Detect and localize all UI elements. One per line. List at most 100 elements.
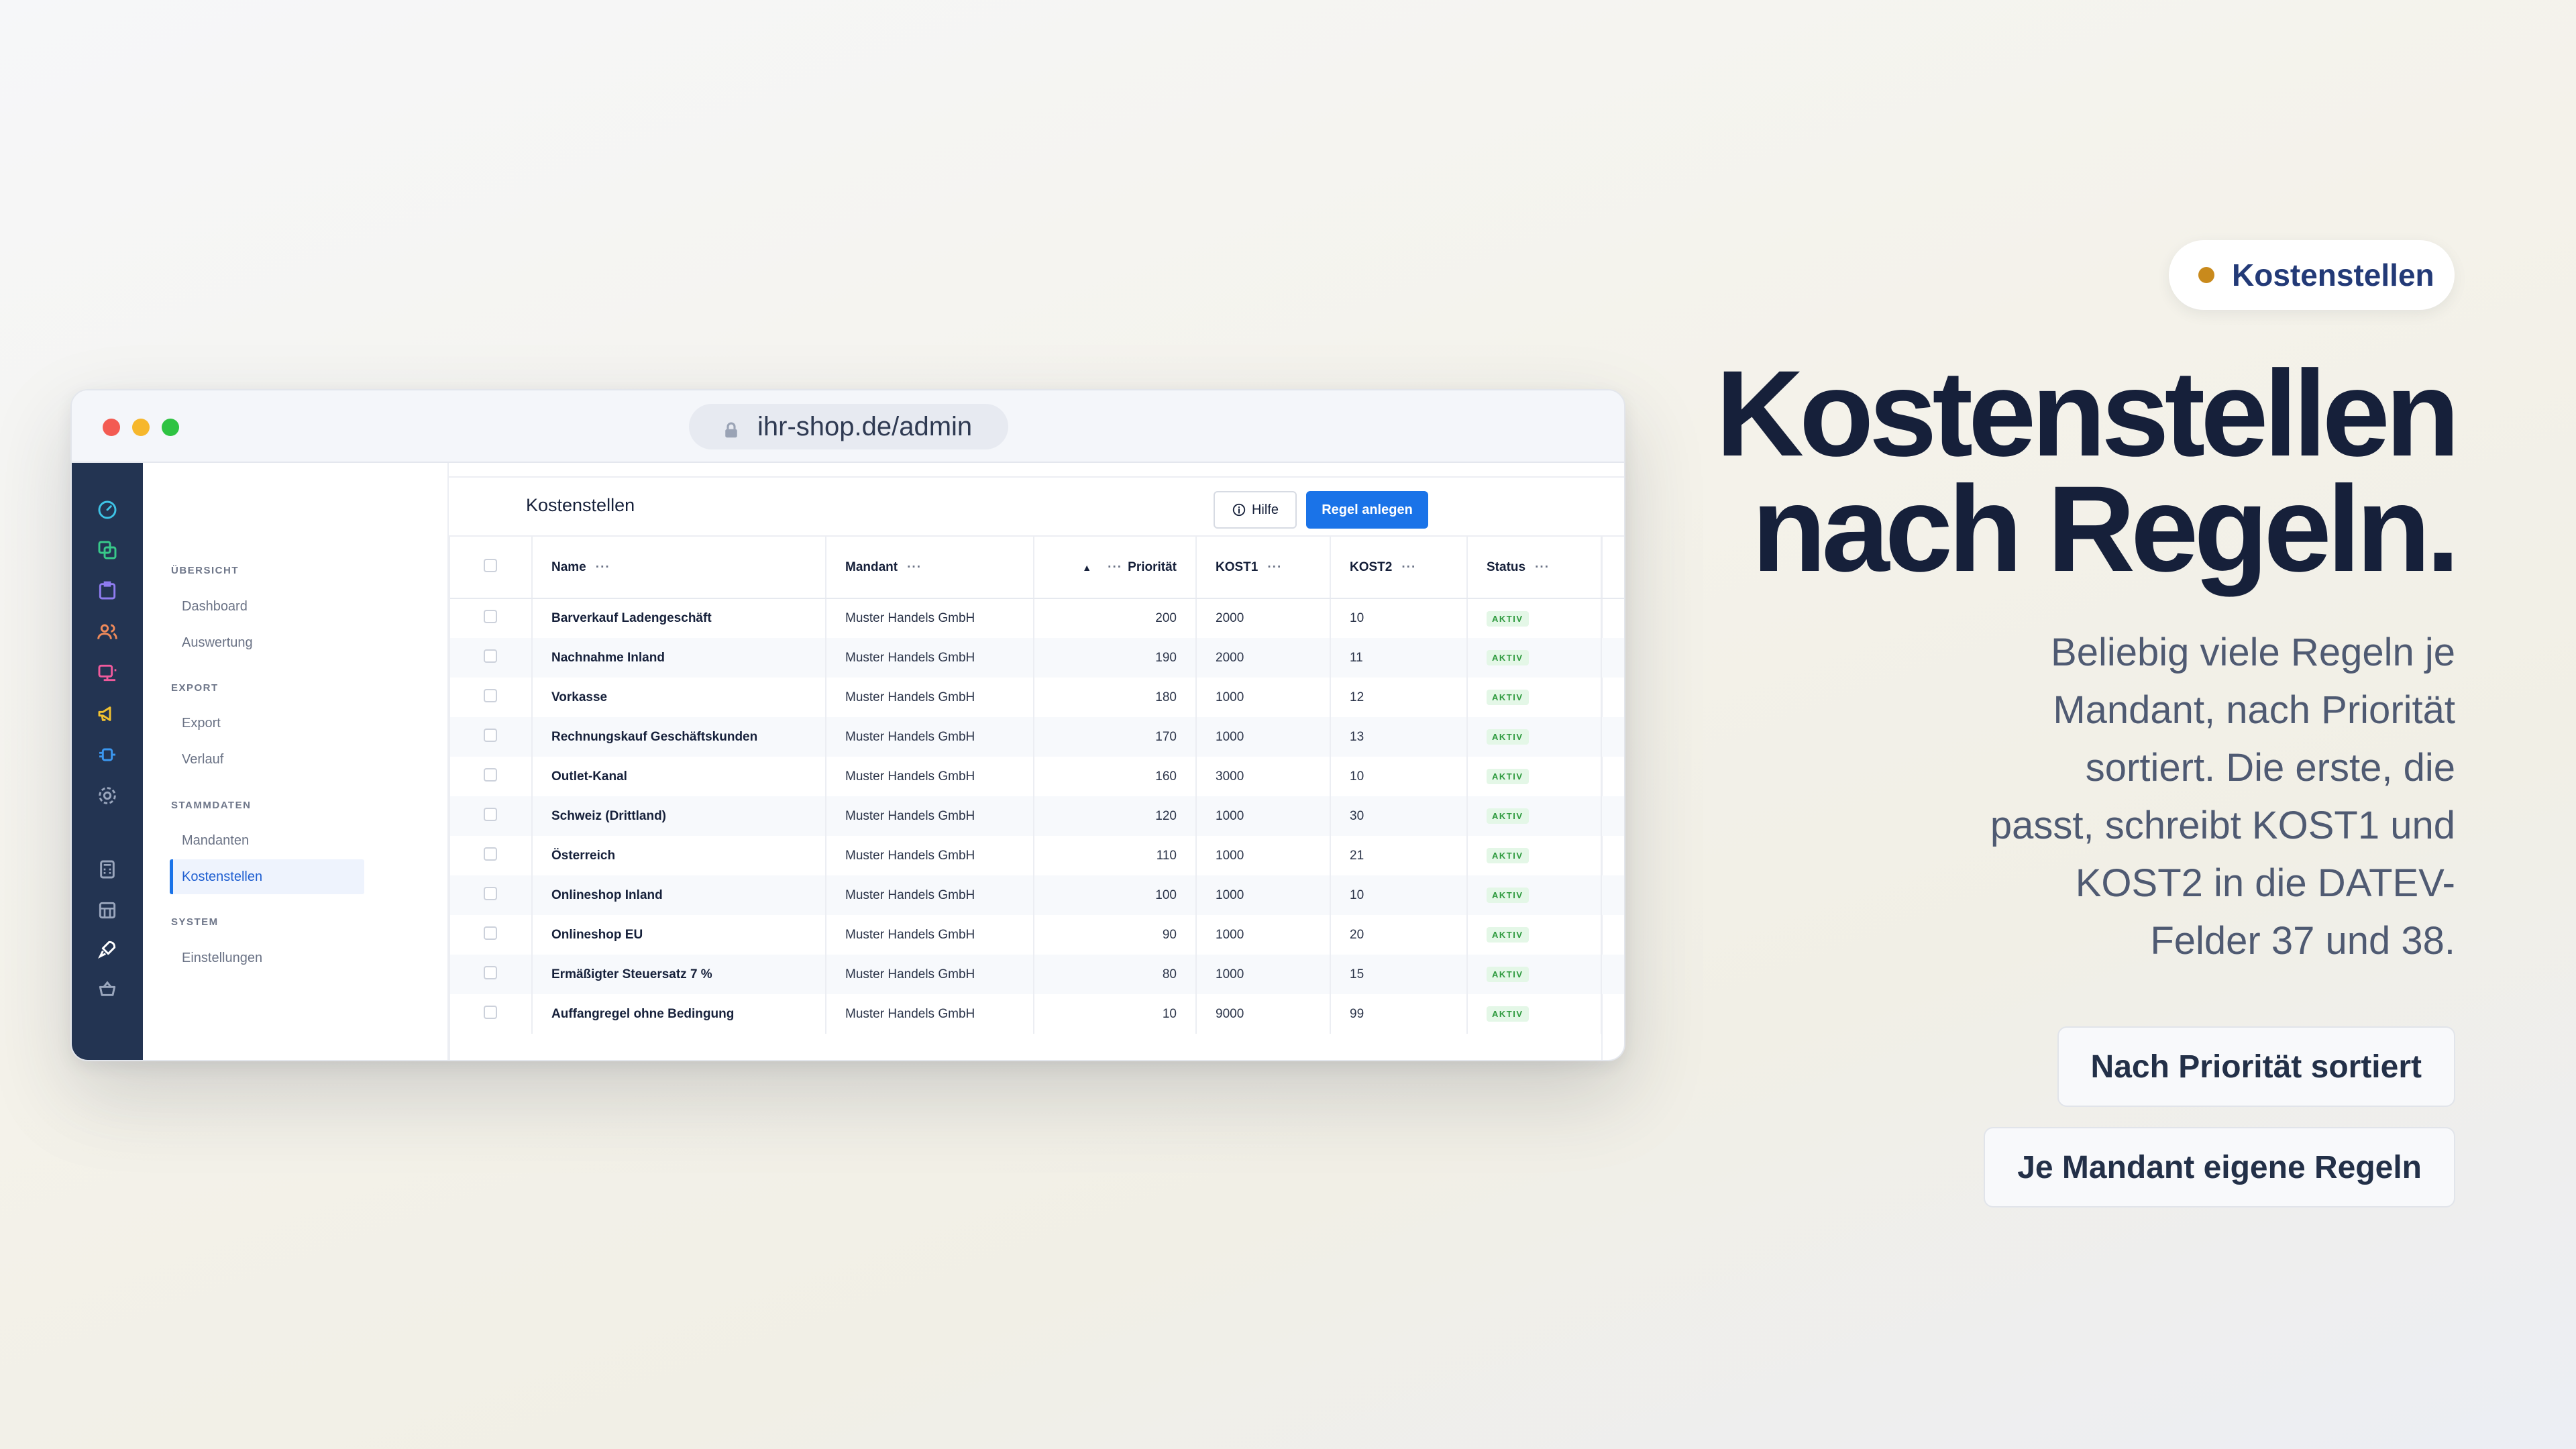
feature-chip-per-mandant: Je Mandant eigene Regeln — [1984, 1127, 2455, 1208]
table-row[interactable]: Vorkasse Muster Handels GmbH 180 1000 12 AKTI… — [450, 678, 1624, 717]
subtext-line: Beliebig viele Regeln je — [2051, 631, 2455, 674]
column-header-name[interactable]: Name ··· — [532, 537, 826, 599]
url-bar[interactable]: ihr-shop.de/admin — [689, 404, 1008, 449]
new-rule-button[interactable]: Regel anlegen — [1306, 491, 1428, 529]
table-row[interactable]: Barverkauf Ladengeschäft Muster Handels G… — [450, 598, 1624, 638]
table-row[interactable]: Nachnahme Inland Muster Handels GmbH 190 20… — [450, 638, 1624, 678]
row-checkbox[interactable] — [484, 807, 497, 821]
row-actions-menu-icon[interactable]: ··· — [1601, 717, 1624, 757]
subtext-line: passt, schreibt KOST1 und — [1990, 804, 2455, 847]
cell-prioritaet: 170 — [1034, 717, 1197, 757]
window-minimize-button[interactable] — [132, 419, 150, 436]
column-menu-icon[interactable]: ··· — [596, 560, 610, 574]
cell-prioritaet: 10 — [1034, 994, 1197, 1034]
row-actions-menu-icon[interactable]: ··· — [1601, 678, 1624, 717]
table-row[interactable]: Schweiz (Drittland) Muster Handels GmbH 12… — [450, 796, 1624, 836]
help-button[interactable]: Hilfe — [1214, 491, 1297, 529]
row-checkbox-cell — [450, 638, 533, 678]
nav-panel: ÜBERSICHT Dashboard Auswertung EXPORT Ex… — [143, 463, 449, 1060]
nav-section-system: SYSTEM — [171, 916, 219, 928]
column-header-status[interactable]: Status ··· — [1467, 537, 1602, 599]
cell-name: Schweiz (Drittland) — [532, 796, 826, 836]
cell-kost2: 10 — [1330, 757, 1468, 796]
nav-item-verlauf[interactable]: Verlauf — [170, 742, 364, 777]
table-row[interactable]: Rechnungskauf Geschäftskunden Muster Hand… — [450, 717, 1624, 757]
status-badge: AKTIV — [1487, 967, 1529, 982]
cell-mandant: Muster Handels GmbH — [826, 994, 1034, 1034]
users-icon[interactable] — [94, 619, 121, 645]
column-menu-icon[interactable]: ··· — [1535, 560, 1550, 574]
nav-item-dashboard[interactable]: Dashboard — [170, 589, 364, 624]
row-checkbox[interactable] — [484, 767, 497, 782]
row-actions-menu-icon[interactable]: ··· — [1601, 796, 1624, 836]
row-checkbox[interactable] — [484, 728, 497, 742]
row-checkbox[interactable] — [484, 926, 497, 940]
status-badge: AKTIV — [1487, 650, 1529, 665]
table-row[interactable]: Österreich Muster Handels GmbH 110 1000 21 AK… — [450, 836, 1624, 875]
cell-prioritaet: 90 — [1034, 915, 1197, 955]
status-badge: AKTIV — [1487, 808, 1529, 824]
row-actions-menu-icon[interactable]: ··· — [1601, 955, 1624, 994]
copy-icon[interactable] — [94, 537, 121, 564]
column-menu-icon[interactable]: ··· — [1401, 560, 1416, 574]
cell-mandant: Muster Handels GmbH — [826, 678, 1034, 717]
column-header-kost1[interactable]: KOST1 ··· — [1196, 537, 1331, 599]
column-header-mandant[interactable]: Mandant ··· — [826, 537, 1034, 599]
calculator-icon[interactable] — [94, 856, 121, 883]
row-actions-menu-icon[interactable]: ··· — [1601, 915, 1624, 955]
status-badge: AKTIV — [1487, 848, 1529, 863]
row-checkbox[interactable] — [484, 610, 497, 623]
feature-chip-sorted: Nach Priorität sortiert — [2057, 1026, 2455, 1107]
cell-prioritaet: 180 — [1034, 678, 1197, 717]
clipboard-icon[interactable] — [94, 577, 121, 604]
column-header-kost2[interactable]: KOST2 ··· — [1330, 537, 1468, 599]
table-row[interactable]: Auffangregel ohne Bedingung Muster Handel… — [450, 994, 1624, 1034]
row-checkbox-cell — [450, 598, 533, 638]
row-checkbox[interactable] — [484, 688, 497, 702]
row-actions-menu-icon[interactable]: ··· — [1601, 875, 1624, 915]
row-checkbox-cell — [450, 836, 533, 875]
list-icon[interactable] — [94, 659, 121, 686]
table-row[interactable]: Onlineshop EU Muster Handels GmbH 90 1000 20… — [450, 915, 1624, 955]
row-checkbox-cell — [450, 717, 533, 757]
basket-icon[interactable] — [94, 975, 121, 1002]
table-row[interactable]: Onlineshop Inland Muster Handels GmbH 100 1… — [450, 875, 1624, 915]
row-checkbox[interactable] — [484, 965, 497, 979]
row-actions-menu-icon[interactable]: ··· — [1601, 757, 1624, 796]
cell-name: Rechnungskauf Geschäftskunden — [532, 717, 826, 757]
cell-kost1: 1000 — [1196, 796, 1331, 836]
select-all-checkbox[interactable] — [484, 558, 497, 572]
sort-ascending-icon[interactable]: ▲ — [1082, 562, 1091, 573]
table-row[interactable]: Ermäßigter Steuersatz 7 % Muster Handels … — [450, 955, 1624, 994]
window-close-button[interactable] — [103, 419, 120, 436]
cell-name: Auffangregel ohne Bedingung — [532, 994, 826, 1034]
row-checkbox[interactable] — [484, 1005, 497, 1019]
window-maximize-button[interactable] — [162, 419, 179, 436]
column-menu-icon[interactable]: ··· — [1267, 560, 1282, 574]
nav-item-kostenstellen[interactable]: Kostenstellen — [170, 859, 364, 894]
dashboard-gauge-icon[interactable] — [94, 496, 121, 523]
row-checkbox[interactable] — [484, 649, 497, 663]
row-actions-menu-icon[interactable]: ··· — [1601, 638, 1624, 678]
lock-icon — [721, 417, 741, 438]
nav-item-mandanten[interactable]: Mandanten — [170, 823, 364, 858]
table-row[interactable]: Outlet-Kanal Muster Handels GmbH 160 3000 10… — [450, 757, 1624, 796]
calendar-grid-icon[interactable] — [94, 897, 121, 924]
row-actions-menu-icon[interactable]: ··· — [1601, 836, 1624, 875]
nav-item-auswertung[interactable]: Auswertung — [170, 625, 364, 660]
row-checkbox[interactable] — [484, 886, 497, 900]
cell-mandant: Muster Handels GmbH — [826, 717, 1034, 757]
row-checkbox[interactable] — [484, 847, 497, 861]
column-header-prioritaet[interactable]: ▲ ··· Priorität — [1034, 537, 1197, 599]
plug-icon[interactable] — [94, 741, 121, 768]
megaphone-icon[interactable] — [94, 700, 121, 727]
nav-section-stammdaten: STAMMDATEN — [171, 800, 252, 811]
nav-item-export[interactable]: Export — [170, 706, 364, 741]
nav-item-einstellungen[interactable]: Einstellungen — [170, 941, 364, 975]
row-actions-menu-icon[interactable]: ··· — [1601, 994, 1624, 1034]
column-menu-icon[interactable]: ··· — [907, 560, 922, 574]
column-menu-icon[interactable]: ··· — [1108, 560, 1122, 574]
row-actions-menu-icon[interactable]: ··· — [1601, 598, 1624, 638]
settings-icon[interactable] — [94, 782, 121, 809]
rocket-icon[interactable] — [94, 936, 121, 963]
